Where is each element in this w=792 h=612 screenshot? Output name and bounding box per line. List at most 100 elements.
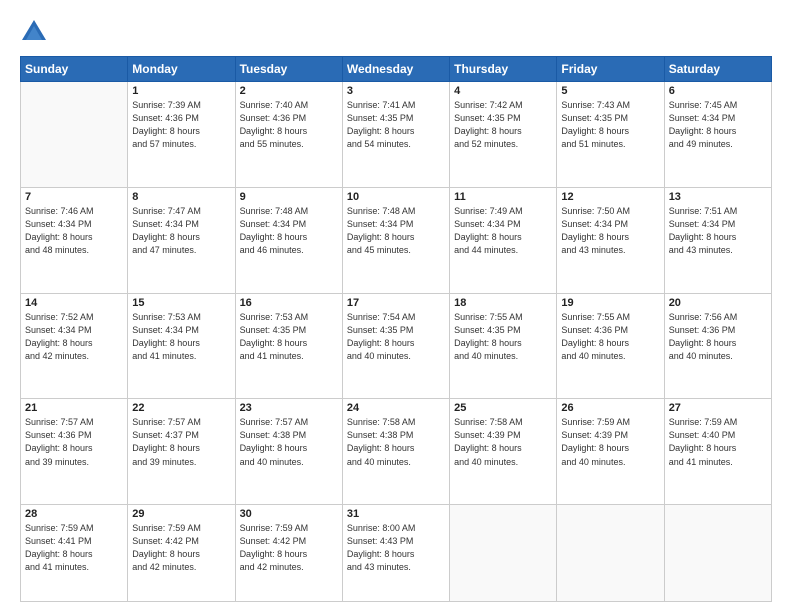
calendar-cell: 24Sunrise: 7:58 AM Sunset: 4:38 PM Dayli… <box>342 399 449 505</box>
day-info: Sunrise: 7:46 AM Sunset: 4:34 PM Dayligh… <box>25 205 123 257</box>
calendar-cell: 12Sunrise: 7:50 AM Sunset: 4:34 PM Dayli… <box>557 187 664 293</box>
day-number: 2 <box>240 85 338 97</box>
calendar-day-header: Tuesday <box>235 57 342 82</box>
calendar-day-header: Friday <box>557 57 664 82</box>
day-info: Sunrise: 7:59 AM Sunset: 4:41 PM Dayligh… <box>25 522 123 574</box>
day-info: Sunrise: 7:50 AM Sunset: 4:34 PM Dayligh… <box>561 205 659 257</box>
logo-icon <box>20 18 48 46</box>
calendar-table: SundayMondayTuesdayWednesdayThursdayFrid… <box>20 56 772 602</box>
calendar-cell: 18 Sunrise: 7:55 AM Sunset: 4:35 PM Dayli… <box>450 293 557 399</box>
calendar-cell: 23 Sunrise: 7:57 AM Sunset: 4:38 PM Dayli… <box>235 399 342 505</box>
day-info: Sunrise: 7:43 AM Sunset: 4:35 PM Dayligh… <box>561 99 659 151</box>
day-info: Sunrise: 7:58 AM Sunset: 4:39 PM Dayligh… <box>454 416 552 468</box>
calendar-day-header: Sunday <box>21 57 128 82</box>
calendar-cell: 1 Sunrise: 7:39 AM Sunset: 4:36 PM Daylig… <box>128 82 235 188</box>
day-info: Sunrise: 7:57 AM Sunset: 4:37 PM Dayligh… <box>132 416 230 468</box>
day-info: Sunrise: 7:48 AM Sunset: 4:34 PM Dayligh… <box>240 205 338 257</box>
day-info: Sunrise: 7:54 AM Sunset: 4:35 PM Dayligh… <box>347 311 445 363</box>
day-number: 23 <box>240 402 338 414</box>
day-number: 18 <box>454 297 552 309</box>
day-info: Sunrise: 7:59 AM Sunset: 4:42 PM Dayligh… <box>132 522 230 574</box>
day-info: Sunrise: 7:40 AM Sunset: 4:36 PM Dayligh… <box>240 99 338 151</box>
day-number: 17 <box>347 297 445 309</box>
day-info: Sunrise: 7:53 AM Sunset: 4:35 PM Dayligh… <box>240 311 338 363</box>
calendar-day-header: Monday <box>128 57 235 82</box>
calendar-cell <box>21 82 128 188</box>
day-info: Sunrise: 8:00 AM Sunset: 4:43 PM Dayligh… <box>347 522 445 574</box>
day-info: Sunrise: 7:55 AM Sunset: 4:36 PM Dayligh… <box>561 311 659 363</box>
day-info: Sunrise: 7:49 AM Sunset: 4:34 PM Dayligh… <box>454 205 552 257</box>
day-number: 28 <box>25 508 123 520</box>
day-number: 21 <box>25 402 123 414</box>
day-info: Sunrise: 7:52 AM Sunset: 4:34 PM Dayligh… <box>25 311 123 363</box>
day-info: Sunrise: 7:55 AM Sunset: 4:35 PM Dayligh… <box>454 311 552 363</box>
day-number: 29 <box>132 508 230 520</box>
header <box>20 18 772 46</box>
calendar-cell <box>664 505 771 602</box>
day-number: 3 <box>347 85 445 97</box>
day-info: Sunrise: 7:45 AM Sunset: 4:34 PM Dayligh… <box>669 99 767 151</box>
calendar-cell: 29 Sunrise: 7:59 AM Sunset: 4:42 PM Dayli… <box>128 505 235 602</box>
day-number: 14 <box>25 297 123 309</box>
calendar-cell: 2 Sunrise: 7:40 AM Sunset: 4:36 PM Daylig… <box>235 82 342 188</box>
calendar-cell: 3 Sunrise: 7:41 AM Sunset: 4:35 PM Daylig… <box>342 82 449 188</box>
day-number: 24 <box>347 402 445 414</box>
day-info: Sunrise: 7:42 AM Sunset: 4:35 PM Dayligh… <box>454 99 552 151</box>
day-info: Sunrise: 7:56 AM Sunset: 4:36 PM Dayligh… <box>669 311 767 363</box>
calendar-cell <box>450 505 557 602</box>
day-number: 13 <box>669 191 767 203</box>
day-number: 7 <box>25 191 123 203</box>
day-info: Sunrise: 7:59 AM Sunset: 4:42 PM Dayligh… <box>240 522 338 574</box>
day-info: Sunrise: 7:48 AM Sunset: 4:34 PM Dayligh… <box>347 205 445 257</box>
calendar-cell: 28 Sunrise: 7:59 AM Sunset: 4:41 PM Dayli… <box>21 505 128 602</box>
calendar-cell: 30 Sunrise: 7:59 AM Sunset: 4:42 PM Dayli… <box>235 505 342 602</box>
day-info: Sunrise: 7:57 AM Sunset: 4:36 PM Dayligh… <box>25 416 123 468</box>
day-number: 4 <box>454 85 552 97</box>
day-number: 10 <box>347 191 445 203</box>
day-info: Sunrise: 7:47 AM Sunset: 4:34 PM Dayligh… <box>132 205 230 257</box>
calendar-cell: 21 Sunrise: 7:57 AM Sunset: 4:36 PM Dayli… <box>21 399 128 505</box>
calendar-cell: 6 Sunrise: 7:45 AM Sunset: 4:34 PM Daylig… <box>664 82 771 188</box>
day-number: 6 <box>669 85 767 97</box>
logo <box>20 18 52 46</box>
calendar-cell: 11 Sunrise: 7:49 AM Sunset: 4:34 PM Dayli… <box>450 187 557 293</box>
day-number: 19 <box>561 297 659 309</box>
calendar-day-header: Thursday <box>450 57 557 82</box>
day-number: 26 <box>561 402 659 414</box>
calendar-cell: 22 Sunrise: 7:57 AM Sunset: 4:37 PM Dayli… <box>128 399 235 505</box>
calendar-cell: 8 Sunrise: 7:47 AM Sunset: 4:34 PM Daylig… <box>128 187 235 293</box>
day-number: 11 <box>454 191 552 203</box>
calendar-header-row: SundayMondayTuesdayWednesdayThursdayFrid… <box>21 57 772 82</box>
calendar-cell: 31Sunrise: 8:00 AM Sunset: 4:43 PM Dayli… <box>342 505 449 602</box>
day-number: 16 <box>240 297 338 309</box>
day-number: 20 <box>669 297 767 309</box>
day-number: 15 <box>132 297 230 309</box>
day-info: Sunrise: 7:39 AM Sunset: 4:36 PM Dayligh… <box>132 99 230 151</box>
day-info: Sunrise: 7:57 AM Sunset: 4:38 PM Dayligh… <box>240 416 338 468</box>
calendar-cell: 27Sunrise: 7:59 AM Sunset: 4:40 PM Dayli… <box>664 399 771 505</box>
day-number: 30 <box>240 508 338 520</box>
calendar-cell <box>557 505 664 602</box>
calendar-day-header: Wednesday <box>342 57 449 82</box>
day-number: 27 <box>669 402 767 414</box>
calendar-cell: 7 Sunrise: 7:46 AM Sunset: 4:34 PM Daylig… <box>21 187 128 293</box>
day-number: 8 <box>132 191 230 203</box>
calendar-cell: 20 Sunrise: 7:56 AM Sunset: 4:36 PM Dayli… <box>664 293 771 399</box>
day-number: 22 <box>132 402 230 414</box>
day-number: 25 <box>454 402 552 414</box>
calendar-cell: 19 Sunrise: 7:55 AM Sunset: 4:36 PM Dayli… <box>557 293 664 399</box>
calendar-cell: 13 Sunrise: 7:51 AM Sunset: 4:34 PM Dayli… <box>664 187 771 293</box>
calendar-cell: 15Sunrise: 7:53 AM Sunset: 4:34 PM Dayli… <box>128 293 235 399</box>
calendar-cell: 14 Sunrise: 7:52 AM Sunset: 4:34 PM Dayli… <box>21 293 128 399</box>
day-number: 1 <box>132 85 230 97</box>
calendar-cell: 4 Sunrise: 7:42 AM Sunset: 4:35 PM Daylig… <box>450 82 557 188</box>
calendar-cell: 25 Sunrise: 7:58 AM Sunset: 4:39 PM Dayli… <box>450 399 557 505</box>
calendar-cell: 9 Sunrise: 7:48 AM Sunset: 4:34 PM Daylig… <box>235 187 342 293</box>
calendar-cell: 26Sunrise: 7:59 AM Sunset: 4:39 PM Dayli… <box>557 399 664 505</box>
day-number: 9 <box>240 191 338 203</box>
page: SundayMondayTuesdayWednesdayThursdayFrid… <box>0 0 792 612</box>
day-info: Sunrise: 7:51 AM Sunset: 4:34 PM Dayligh… <box>669 205 767 257</box>
calendar-cell: 17 Sunrise: 7:54 AM Sunset: 4:35 PM Dayli… <box>342 293 449 399</box>
calendar-cell: 16 Sunrise: 7:53 AM Sunset: 4:35 PM Dayli… <box>235 293 342 399</box>
day-info: Sunrise: 7:41 AM Sunset: 4:35 PM Dayligh… <box>347 99 445 151</box>
